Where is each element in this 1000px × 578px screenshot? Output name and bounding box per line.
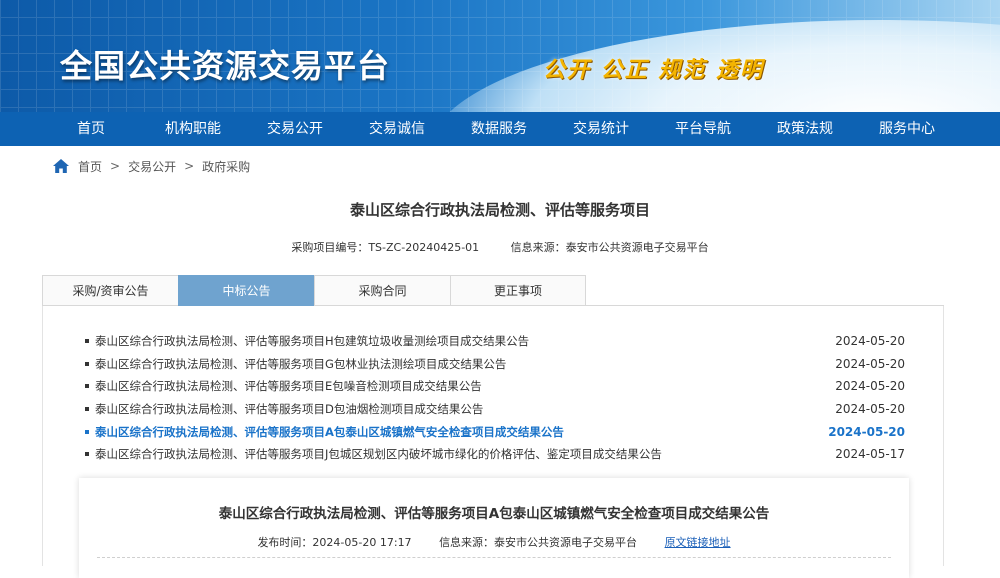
breadcrumb-trading-public[interactable]: 交易公开 [128,158,176,175]
breadcrumb-separator: > [184,159,195,173]
list-item[interactable]: 泰山区综合行政执法局检测、评估等服务项目H包建筑垃圾收量测绘项目成交结果公告 2… [85,330,905,353]
tab-procurement-contract[interactable]: 采购合同 [314,275,450,306]
detail-publish-time: 发布时间：2024-05-20 17:17 [257,536,412,549]
list-item-date: 2024-05-20 [835,379,905,394]
nav-item-credit[interactable]: 交易诚信 [346,112,448,146]
original-link[interactable]: 原文链接地址 [665,536,731,549]
list-item-title[interactable]: 泰山区综合行政执法局检测、评估等服务项目J包城区规划区内破坏城市绿化的价格评估、… [95,446,662,462]
home-icon[interactable] [52,158,70,174]
tab-corrections[interactable]: 更正事项 [450,275,586,306]
detail-title: 泰山区综合行政执法局检测、评估等服务项目A包泰山区城镇燃气安全检查项目成交结果公… [218,506,770,522]
announcement-list: 泰山区综合行政执法局检测、评估等服务项目H包建筑垃圾收量测绘项目成交结果公告 2… [85,330,905,466]
project-title: 泰山区综合行政执法局检测、评估等服务项目 [349,201,650,219]
announcement-detail: 泰山区综合行政执法局检测、评估等服务项目A包泰山区城镇燃气安全检查项目成交结果公… [79,478,909,578]
list-item-date: 2024-05-20 [835,356,905,371]
breadcrumb-home[interactable]: 首页 [78,158,102,175]
list-item-date: 2024-05-20 [835,334,905,349]
nav-item-data-service[interactable]: 数据服务 [448,112,550,146]
nav-item-service-center[interactable]: 服务中心 [856,112,958,146]
list-item-active[interactable]: 泰山区综合行政执法局检测、评估等服务项目A包泰山区城镇燃气安全检查项目成交结果公… [85,420,905,443]
nav-item-home[interactable]: 首页 [40,112,142,146]
project-source: 信息来源：泰安市公共资源电子交易平台 [510,241,709,254]
list-item-date: 2024-05-20 [828,424,905,439]
list-item[interactable]: 泰山区综合行政执法局检测、评估等服务项目J包城区规划区内破坏城市绿化的价格评估、… [85,443,905,466]
announcement-tabs: 采购/资审公告 中标公告 采购合同 更正事项 [42,275,944,306]
tab-award-notice[interactable]: 中标公告 [178,275,314,306]
list-item-title[interactable]: 泰山区综合行政执法局检测、评估等服务项目G包林业执法测绘项目成交结果公告 [95,356,506,372]
bullet-icon [85,429,89,434]
site-slogan: 公开 公正 规范 透明 [543,58,764,83]
tab-procurement-notice[interactable]: 采购/资审公告 [42,275,178,306]
nav-item-statistics[interactable]: 交易统计 [550,112,652,146]
bullet-icon [85,452,89,457]
bullet-icon [85,339,89,344]
list-item[interactable]: 泰山区综合行政执法局检测、评估等服务项目E包噪音检测项目成交结果公告 2024-… [85,375,905,398]
detail-source: 信息来源：泰安市公共资源电子交易平台 [439,536,638,549]
breadcrumb-gov-procurement[interactable]: 政府采购 [202,158,250,175]
bullet-icon [85,407,89,412]
project-meta: 采购项目编号：TS-ZC-20240425-01 信息来源：泰安市公共资源电子交… [0,239,1000,255]
tab-panel: 泰山区综合行政执法局检测、评估等服务项目H包建筑垃圾收量测绘项目成交结果公告 2… [42,306,944,578]
breadcrumb: 首页 > 交易公开 > 政府采购 [52,156,250,176]
list-item-title[interactable]: 泰山区综合行政执法局检测、评估等服务项目A包泰山区城镇燃气安全检查项目成交结果公… [95,424,564,440]
list-item[interactable]: 泰山区综合行政执法局检测、评估等服务项目G包林业执法测绘项目成交结果公告 202… [85,353,905,376]
list-item-title[interactable]: 泰山区综合行政执法局检测、评估等服务项目H包建筑垃圾收量测绘项目成交结果公告 [95,333,529,349]
bullet-icon [85,384,89,389]
nav-item-policy[interactable]: 政策法规 [754,112,856,146]
detail-divider [97,557,891,558]
list-item-title[interactable]: 泰山区综合行政执法局检测、评估等服务项目D包油烟检测项目成交结果公告 [95,401,483,417]
list-item-date: 2024-05-17 [835,447,905,462]
site-title: 全国公共资源交易平台 [60,47,391,85]
header-banner: 全国公共资源交易平台 公开 公正 规范 透明 [0,0,1000,112]
nav-item-trading-public[interactable]: 交易公开 [244,112,346,146]
breadcrumb-separator: > [110,159,121,173]
detail-meta: 发布时间：2024-05-20 17:17 信息来源：泰安市公共资源电子交易平台… [79,534,909,550]
bullet-icon [85,361,89,366]
list-item-title[interactable]: 泰山区综合行政执法局检测、评估等服务项目E包噪音检测项目成交结果公告 [95,378,482,394]
project-code: 采购项目编号：TS-ZC-20240425-01 [291,241,480,254]
list-item[interactable]: 泰山区综合行政执法局检测、评估等服务项目D包油烟检测项目成交结果公告 2024-… [85,398,905,421]
main-nav: 首页 机构职能 交易公开 交易诚信 数据服务 交易统计 平台导航 政策法规 服务… [0,112,1000,146]
nav-item-functions[interactable]: 机构职能 [142,112,244,146]
list-item-date: 2024-05-20 [835,402,905,417]
nav-item-platform-nav[interactable]: 平台导航 [652,112,754,146]
